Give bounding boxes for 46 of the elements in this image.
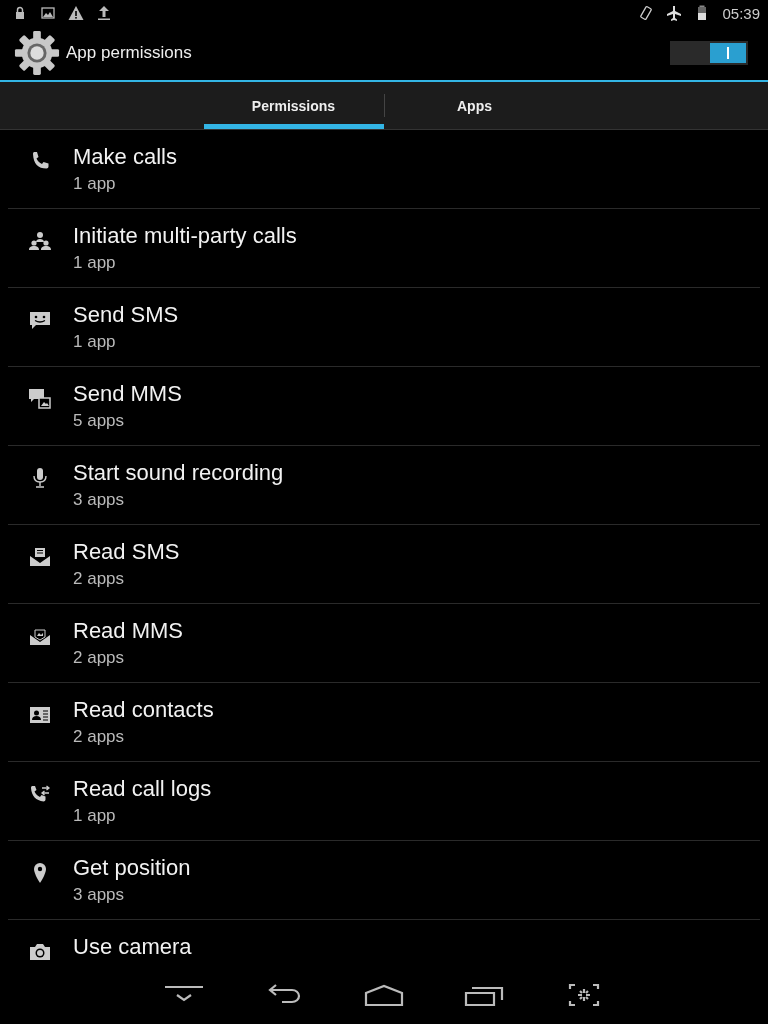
- app-count: 1 app: [73, 253, 117, 273]
- app-count: 2 apps: [73, 648, 126, 668]
- permission-item[interactable]: Read SMS 2 apps: [8, 525, 760, 604]
- permission-item[interactable]: Read call logs 1 app: [8, 762, 760, 841]
- permission-item[interactable]: Send MMS 5 apps: [8, 367, 760, 446]
- permission-title: Send SMS: [73, 302, 179, 328]
- permission-item[interactable]: Initiate multi-party calls 1 app: [8, 209, 760, 288]
- upload-icon: [96, 5, 112, 21]
- permission-title: Read SMS: [73, 539, 180, 565]
- clock-time: 05:39: [722, 4, 760, 22]
- phone-rotation-icon: [638, 5, 655, 21]
- permission-item[interactable]: Get position 3 apps: [8, 841, 760, 920]
- permission-title: Read MMS: [73, 618, 184, 644]
- permission-title: Send MMS: [73, 381, 182, 407]
- airplane-icon: [666, 5, 683, 21]
- screen-title: App permissions: [66, 43, 193, 63]
- permission-item[interactable]: Read contacts 2 apps: [8, 683, 760, 762]
- app-count: 1 app: [73, 332, 117, 352]
- permission-title: Make calls: [73, 144, 177, 170]
- settings-icon: [14, 30, 60, 76]
- permission-item[interactable]: Start sound recording 3 apps: [8, 446, 760, 525]
- permission-title: Start sound recording: [73, 460, 284, 486]
- image-icon: [40, 5, 56, 21]
- tab[interactable]: Permissions: [203, 82, 384, 129]
- permission-title: Get position: [73, 855, 191, 881]
- permission-title: Use camera: [73, 934, 192, 960]
- chat-bubble-image-icon: [28, 387, 52, 411]
- permission-title: Read contacts: [73, 697, 214, 723]
- toggle-switch[interactable]: [670, 41, 748, 65]
- people-icon: [28, 229, 52, 253]
- app-count: 1 app: [73, 174, 117, 194]
- app-count: 3 apps: [73, 885, 126, 905]
- permission-item[interactable]: Make calls 1 app: [8, 130, 760, 209]
- app-count: 2 apps: [73, 727, 126, 747]
- app-count: 1 app: [73, 806, 117, 826]
- app-count: 2 apps: [73, 569, 126, 589]
- permission-title: Initiate multi-party calls: [73, 223, 297, 249]
- warning-icon: [68, 5, 84, 21]
- envelope-icon: [28, 545, 52, 569]
- tab[interactable]: Apps: [384, 82, 565, 129]
- permission-item[interactable]: Use camera: [8, 920, 760, 966]
- app-count: 3 apps: [73, 490, 126, 510]
- app-count: 5 apps: [73, 411, 126, 431]
- permission-item[interactable]: Send SMS 1 app: [8, 288, 760, 367]
- permission-title: Read call logs: [73, 776, 212, 802]
- permission-item[interactable]: Read MMS 2 apps: [8, 604, 760, 683]
